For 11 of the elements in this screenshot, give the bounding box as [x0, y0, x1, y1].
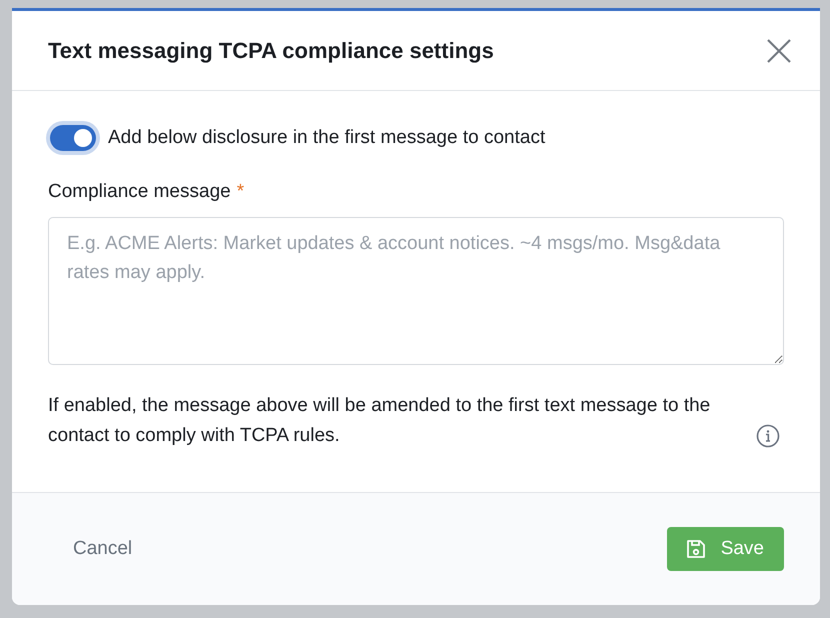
- toggle-label: Add below disclosure in the first message to contact: [108, 127, 546, 149]
- field-label: Compliance message: [48, 181, 231, 203]
- compliance-message-field[interactable]: E.g. ACME Alerts: Market updates & account notices. ~4 msgs/mo. Msg&data rates may apply.: [48, 217, 784, 365]
- save-button[interactable]: Save: [666, 527, 784, 571]
- required-mark: *: [236, 181, 244, 203]
- close-icon[interactable]: [766, 38, 792, 64]
- toggle-switch[interactable]: [50, 125, 96, 151]
- info-icon[interactable]: [756, 424, 780, 448]
- dialog-title: Text messaging TCPA compliance settings: [48, 38, 494, 64]
- cancel-button[interactable]: Cancel: [48, 528, 158, 570]
- help-text: If enabled, the message above will be amended to the first text message to the contact to comply with TCPA rules.: [48, 394, 712, 448]
